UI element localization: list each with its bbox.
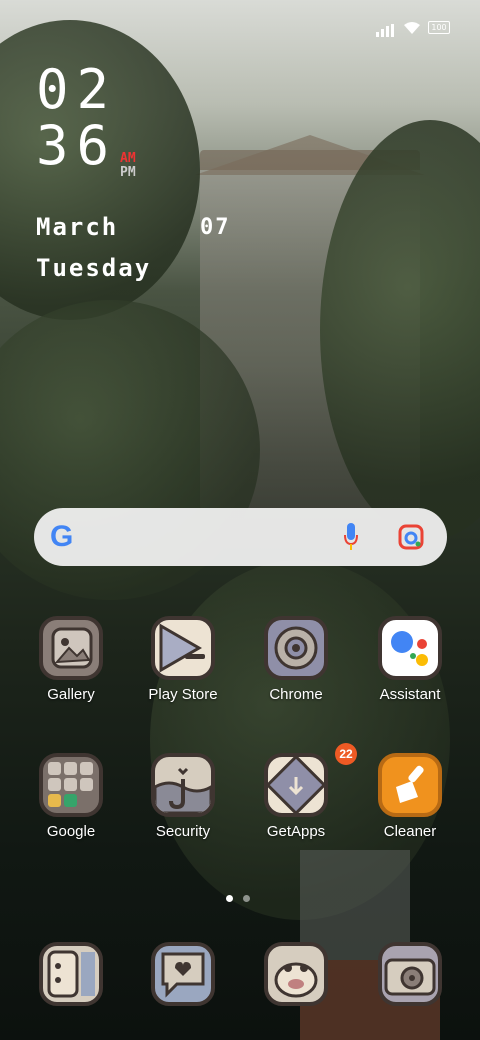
signal-icon	[376, 18, 396, 37]
clock-minutes: 36	[36, 114, 118, 177]
security-icon	[151, 753, 215, 817]
app-play-store[interactable]: Play Store	[128, 616, 238, 703]
app-gallery[interactable]: Gallery	[16, 616, 126, 703]
dock-contacts[interactable]	[241, 942, 351, 1006]
gallery-icon	[39, 616, 103, 680]
dock-messages[interactable]	[128, 942, 238, 1006]
app-google-folder[interactable]: Google	[16, 753, 126, 840]
app-security[interactable]: Security	[128, 753, 238, 840]
app-label: Security	[155, 823, 211, 840]
google-search-bar[interactable]: G	[34, 508, 447, 566]
app-chrome[interactable]: Chrome	[241, 616, 351, 703]
play-store-icon	[151, 616, 215, 680]
app-label: GetApps	[266, 823, 326, 840]
wifi-icon	[404, 21, 420, 34]
getapps-icon	[264, 753, 328, 817]
page-dot-active[interactable]	[226, 895, 233, 902]
cleaner-icon	[378, 753, 442, 817]
app-label: Gallery	[47, 686, 95, 703]
am-label: AM	[120, 151, 136, 166]
dock-phone[interactable]	[16, 942, 126, 1006]
page-indicator	[226, 895, 250, 902]
am-pm-indicator: AM PM	[120, 152, 136, 180]
app-cleaner[interactable]: Cleaner	[355, 753, 465, 840]
chrome-icon	[264, 616, 328, 680]
phone-icon	[39, 942, 103, 1006]
app-label: Assistant	[379, 686, 441, 703]
google-lens-icon[interactable]	[398, 524, 424, 550]
google-logo-icon: G	[50, 520, 74, 553]
assistant-icon	[378, 616, 442, 680]
microphone-icon[interactable]	[344, 523, 358, 551]
app-getapps[interactable]: 22 GetApps	[241, 743, 357, 840]
pm-label: PM	[120, 165, 136, 180]
app-label: Cleaner	[383, 823, 437, 840]
date-month: March	[36, 213, 119, 241]
home-screen: 100 02 36 AM PM March 07 Tuesday G Galle…	[0, 0, 480, 1040]
app-label: Chrome	[269, 686, 323, 703]
date-day: 07	[200, 215, 231, 240]
page-dot[interactable]	[243, 895, 250, 902]
status-bar: 100	[376, 18, 450, 37]
app-label: Play Store	[148, 686, 218, 703]
app-assistant[interactable]: Assistant	[355, 616, 465, 703]
clock-widget[interactable]: 02 36 AM PM	[36, 58, 136, 180]
messages-icon	[151, 942, 215, 1006]
clock-hours: 02	[36, 58, 118, 121]
contacts-icon	[264, 942, 328, 1006]
google-folder-icon	[39, 753, 103, 817]
app-label: Google	[46, 823, 96, 840]
battery-icon: 100	[428, 21, 450, 34]
dock-camera[interactable]	[355, 942, 465, 1006]
notification-badge: 22	[335, 743, 357, 765]
camera-icon	[378, 942, 442, 1006]
date-weekday: Tuesday	[36, 254, 152, 282]
